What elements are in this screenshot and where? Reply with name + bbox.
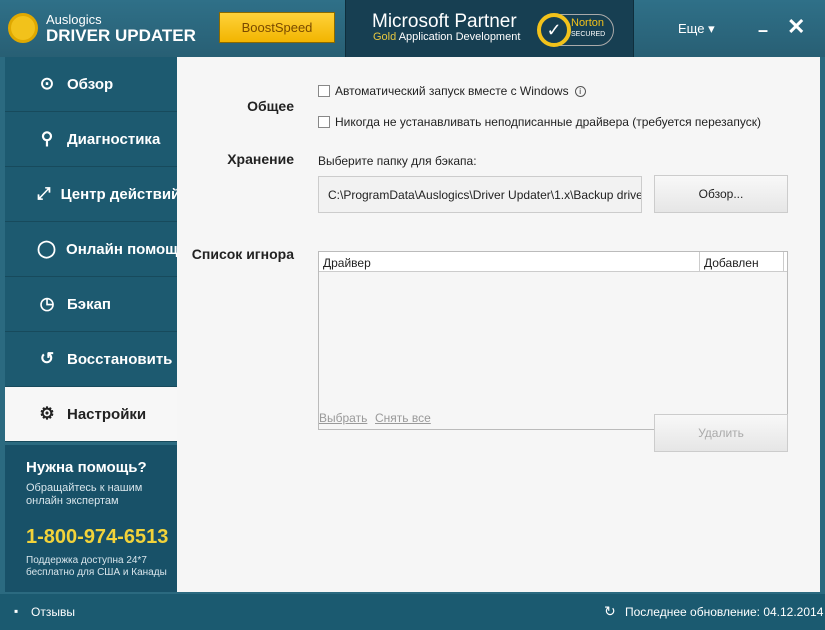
overview-icon: ⊙ — [37, 74, 57, 94]
browse-button[interactable]: Обзор... — [654, 175, 788, 213]
search-icon: ⚲ — [37, 129, 57, 149]
reviews-link[interactable]: Отзывы — [31, 605, 75, 619]
help-phone[interactable]: 1-800-974-6513 — [26, 526, 177, 549]
checkbox-box[interactable] — [318, 85, 330, 97]
select-all-link[interactable]: Выбрать — [319, 411, 367, 425]
settings-panel: Общее Автоматический запуск вместе с Win… — [177, 57, 820, 592]
more-menu-button[interactable]: Еще ▾ — [678, 21, 715, 37]
table-header: Драйвер Добавлен — [319, 252, 787, 272]
chat-icon: ◯ — [37, 239, 56, 259]
column-added[interactable]: Добавлен — [700, 252, 784, 271]
refresh-icon: ↻ — [604, 603, 616, 620]
close-button[interactable]: ✕ — [787, 14, 805, 40]
sidebar-item-overview[interactable]: ⊙ Обзор — [5, 57, 177, 112]
checkbox-label: Автоматический запуск вместе с Windows — [335, 84, 569, 98]
help-text: Обращайтесь к нашим онлайн экспертам — [26, 482, 177, 508]
status-bar: ▪ Отзывы ↻ Последнее обновление: 04.12.2… — [0, 594, 825, 630]
ms-partner-title: Microsoft Partner — [372, 11, 517, 33]
gear-icon: ⚙ — [37, 404, 57, 424]
checkbox-label: Никогда не устанавливать неподписанные д… — [335, 115, 761, 129]
title-bar: Auslogics DRIVER UPDATER BoostSpeed Micr… — [0, 0, 825, 57]
checkbox-box[interactable] — [318, 116, 330, 128]
sidebar-item-diagnostics[interactable]: ⚲ Диагностика — [5, 112, 177, 167]
help-panel: Нужна помощь? Обращайтесь к нашим онлайн… — [5, 442, 177, 592]
action-icon: ⤢ — [37, 184, 51, 204]
ms-sub-text: Application Development — [399, 31, 521, 43]
sidebar-item-online-help[interactable]: ◯ Онлайн помощь — [5, 222, 177, 277]
info-icon[interactable]: i — [575, 86, 586, 97]
column-driver[interactable]: Драйвер — [319, 252, 700, 271]
sidebar-item-label: Диагностика — [67, 131, 160, 148]
clock-icon: ◷ — [37, 294, 57, 314]
ms-partner-sub: Gold Application Development — [373, 31, 520, 43]
checkmark-icon: ✓ — [537, 13, 571, 47]
sidebar-item-backup[interactable]: ◷ Бэкап — [5, 277, 177, 332]
sidebar-item-label: Онлайн помощь — [66, 241, 177, 258]
sidebar-item-action-center[interactable]: ⤢ Центр действий — [5, 167, 177, 222]
gold-text: Gold — [373, 31, 396, 43]
auto-start-checkbox[interactable]: Автоматический запуск вместе с Windows i — [318, 84, 586, 98]
minimize-button[interactable]: – — [758, 20, 768, 41]
backup-folder-input[interactable]: C:\ProgramData\Auslogics\Driver Updater\… — [318, 176, 642, 213]
sidebar-item-label: Центр действий — [61, 186, 177, 203]
sidebar-item-label: Обзор — [67, 76, 113, 93]
norton-badge: ✓NortonSECURED — [538, 14, 614, 46]
sidebar: ⊙ Обзор ⚲ Диагностика ⤢ Центр действий ◯ Онл… — [5, 57, 177, 592]
sidebar-item-label: Бэкап — [67, 296, 111, 313]
sidebar-item-settings[interactable]: ⚙ Настройки — [5, 387, 177, 442]
comment-icon: ▪ — [14, 604, 18, 618]
storage-heading: Хранение — [177, 151, 294, 167]
no-unsigned-checkbox[interactable]: Никогда не устанавливать неподписанные д… — [318, 115, 761, 129]
ignore-list-heading: Список игнора — [177, 246, 294, 262]
sidebar-item-restore[interactable]: ↺ Восстановить — [5, 332, 177, 387]
sidebar-item-label: Настройки — [67, 406, 146, 423]
sidebar-item-label: Восстановить — [67, 351, 172, 368]
restore-icon: ↺ — [37, 349, 57, 369]
ignore-list-table[interactable]: Драйвер Добавлен — [318, 251, 788, 430]
folder-label: Выберите папку для бэкапа: — [318, 154, 477, 168]
app-logo-icon — [8, 13, 38, 43]
last-update-text: Последнее обновление: 04.12.2014 — [625, 605, 823, 619]
norton-sub: SECURED — [571, 29, 613, 40]
brand-top: Auslogics — [46, 12, 102, 27]
brand-name: DRIVER UPDATER — [46, 26, 196, 46]
help-note: Поддержка доступна 24*7 бесплатно для СШ… — [26, 555, 177, 579]
help-title: Нужна помощь? — [26, 459, 177, 476]
delete-button[interactable]: Удалить — [654, 414, 788, 452]
boostspeed-button[interactable]: BoostSpeed — [219, 12, 335, 43]
partner-banner: Microsoft Partner Gold Application Devel… — [345, 0, 634, 57]
deselect-all-link[interactable]: Снять все — [375, 411, 431, 425]
general-heading: Общее — [177, 98, 294, 114]
norton-text: Norton — [571, 17, 604, 29]
